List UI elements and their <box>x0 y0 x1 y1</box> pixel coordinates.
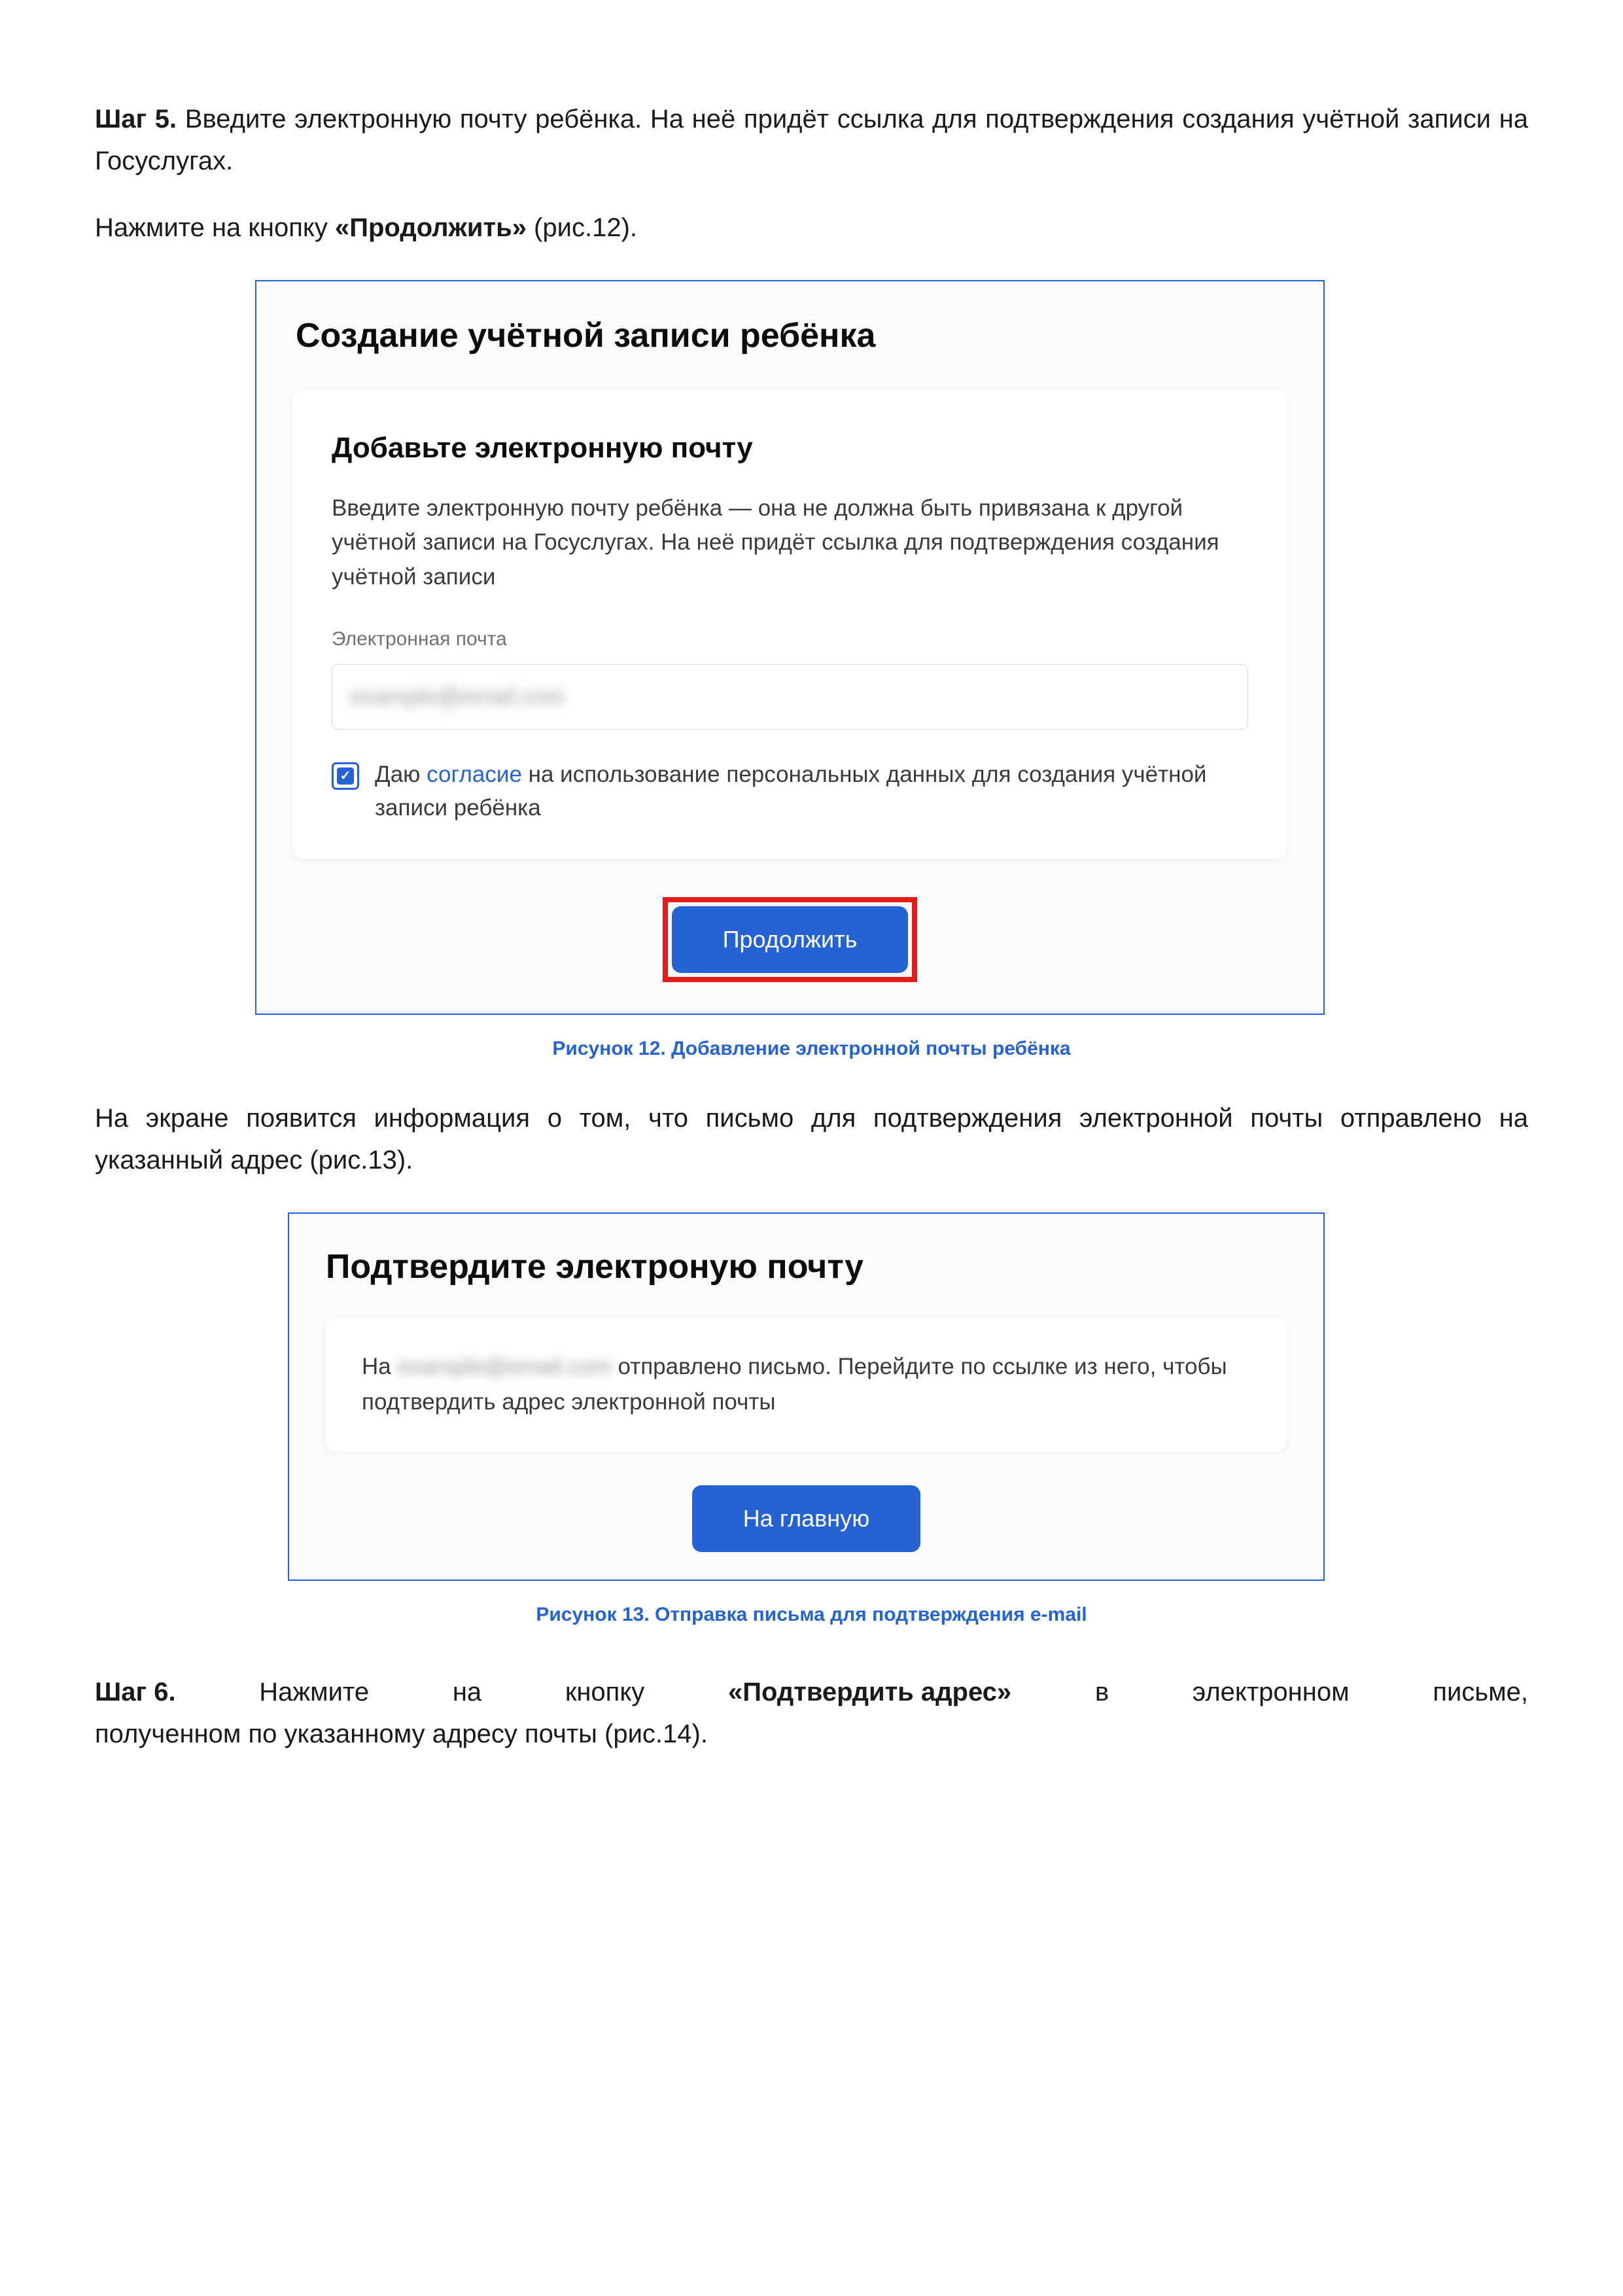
step-6-bold: «Подтвердить адрес» <box>728 1671 1011 1713</box>
step-6-line2: полученном по указанному адресу почты (р… <box>95 1713 1528 1755</box>
email-input-value: example@email.com <box>351 679 565 715</box>
step-5-paragraph: Шаг 5. Введите электронную почту ребёнка… <box>95 98 1528 182</box>
step-6-w3: кнопку <box>565 1671 644 1713</box>
section-title-add-email: Добавьте электронную почту <box>332 425 1248 471</box>
consent-prefix: Даю <box>375 762 427 787</box>
step-6-w4: в <box>1095 1671 1109 1713</box>
email-card: Добавьте электронную почту Введите элект… <box>292 389 1287 858</box>
email-description: Введите электронную почту ребёнка — она … <box>332 491 1248 595</box>
step-6-line1: Шаг 6. Нажмите на кнопку «Подтвердить ад… <box>95 1671 1528 1713</box>
confirm-blurred-email: example@email.com <box>397 1349 611 1385</box>
step-6-paragraph: Шаг 6. Нажмите на кнопку «Подтвердить ад… <box>95 1671 1528 1755</box>
consent-row: ✓ Даю согласие на использование персонал… <box>332 758 1248 825</box>
form-title-12: Создание учётной записи ребёнка <box>256 281 1323 389</box>
button-row-12: Продолжить <box>256 897 1323 982</box>
step-6-w2: на <box>453 1671 481 1713</box>
highlight-frame: Продолжить <box>663 897 918 982</box>
confirm-prefix: На <box>362 1354 397 1379</box>
consent-text: Даю согласие на использование персональн… <box>375 758 1248 825</box>
figure-12: Создание учётной записи ребёнка Добавьте… <box>255 280 1325 1015</box>
continue-button[interactable]: Продолжить <box>672 906 909 973</box>
confirm-card: На example@email.com отправлено письмо. … <box>325 1318 1287 1452</box>
confirm-text: На example@email.com отправлено письмо. … <box>362 1349 1251 1421</box>
step-6-w1: Нажмите <box>259 1671 369 1713</box>
step-5-label: Шаг 5. <box>95 105 177 133</box>
checkmark-icon: ✓ <box>337 768 354 785</box>
consent-link[interactable]: согласие <box>427 762 522 787</box>
step-6-w5: электронном <box>1193 1671 1350 1713</box>
step-5-text: Введите электронную почту ребёнка. На не… <box>95 105 1528 175</box>
continue-instruction: Нажмите на кнопку «Продолжить» (рис.12). <box>95 207 1528 249</box>
figure-13: Подтвердите электроную почту На example@… <box>288 1212 1325 1581</box>
figure-13-caption: Рисунок 13. Отправка письма для подтверж… <box>95 1599 1528 1631</box>
mid-paragraph: На экране появится информация о том, что… <box>95 1097 1528 1181</box>
step-6-label: Шаг 6. <box>95 1671 176 1713</box>
button-row-13: На главную <box>289 1485 1323 1552</box>
continue-suffix: (рис.12). <box>527 213 637 242</box>
email-input[interactable]: example@email.com <box>332 664 1248 730</box>
email-input-label: Электронная почта <box>332 624 1248 655</box>
step-6-w6: письме, <box>1433 1671 1528 1713</box>
form-title-13: Подтвердите электроную почту <box>289 1214 1323 1318</box>
home-button[interactable]: На главную <box>692 1485 920 1552</box>
figure-12-caption: Рисунок 12. Добавление электронной почты… <box>95 1033 1528 1065</box>
consent-checkbox[interactable]: ✓ <box>332 762 359 790</box>
continue-prefix: Нажмите на кнопку <box>95 213 335 242</box>
continue-bold: «Продолжить» <box>335 213 527 242</box>
